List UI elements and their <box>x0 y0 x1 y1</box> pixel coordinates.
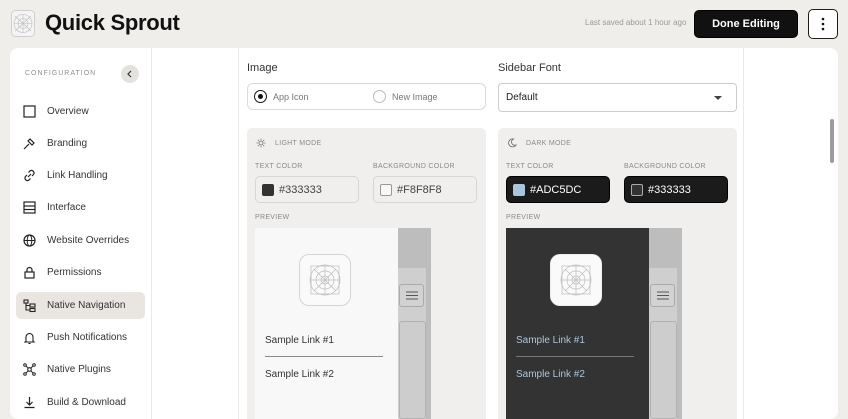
dark-text-color-input[interactable]: #ADC5DC <box>506 176 610 203</box>
sidebar-item-label: Build & Download <box>47 397 126 408</box>
lock-icon <box>24 266 35 279</box>
color-swatch <box>262 183 274 196</box>
moon-icon <box>508 138 517 148</box>
download-icon <box>24 397 35 409</box>
collapse-sidebar-button[interactable] <box>121 65 139 83</box>
dark-bg-color-input[interactable]: #333333 <box>624 176 728 203</box>
dark-sample-link-2: Sample Link #2 <box>516 369 585 380</box>
light-sample-link-1: Sample Link #1 <box>265 335 334 346</box>
light-bg-color-input[interactable]: #F8F8F8 <box>373 176 477 203</box>
sidebar-item-label: Native Navigation <box>47 300 126 311</box>
kebab-menu-icon <box>821 17 825 31</box>
light-bg-color-value: #F8F8F8 <box>397 183 442 196</box>
preview-page-content <box>399 321 426 419</box>
dark-bg-color-label: BACKGROUND COLOR <box>624 163 706 170</box>
light-preview-drawer: Sample Link #1 Sample Link #2 <box>255 228 398 419</box>
sidebar-item-label: Website Overrides <box>47 235 130 246</box>
sun-icon <box>256 138 266 148</box>
dark-bg-color-value: #333333 <box>648 183 691 196</box>
dark-preview-label: PREVIEW <box>506 214 541 221</box>
light-text-color-label: TEXT COLOR <box>255 163 303 170</box>
radio-selected-indicator <box>254 90 267 103</box>
sidebar-item-label: Link Handling <box>47 170 108 181</box>
dark-mode-title: DARK MODE <box>526 139 572 147</box>
settings-content: Image App Icon New Image Sidebar Font De… <box>238 48 744 419</box>
dark-text-color-value: #ADC5DC <box>530 183 582 196</box>
image-section-label: Image <box>247 62 278 74</box>
layout-icon <box>23 201 36 214</box>
sidebar-font-value: Default <box>506 92 538 103</box>
new-image-radio[interactable]: New Image <box>373 90 438 103</box>
bell-icon <box>23 332 36 345</box>
sidebar-item-label: Branding <box>47 138 88 149</box>
app-logo <box>11 10 35 37</box>
light-text-color-input[interactable]: #333333 <box>255 176 359 203</box>
light-text-color-value: #333333 <box>279 183 322 196</box>
sidebar-item-permissions[interactable]: Permissions <box>16 259 145 286</box>
color-swatch <box>513 183 525 196</box>
square-icon <box>23 105 36 118</box>
sidebar-item-overview[interactable]: Overview <box>16 98 145 125</box>
radio-unselected-indicator <box>373 90 386 103</box>
sidebar: CONFIGURATION Overview Branding Link Han… <box>10 48 152 419</box>
navigation-icon <box>23 299 36 313</box>
top-bar: Quick Sprout Last saved about 1 hour ago… <box>0 0 848 48</box>
dark-text-color-label: TEXT COLOR <box>506 163 554 170</box>
sidebar-item-branding[interactable]: Branding <box>16 130 145 157</box>
sidebar-item-native-navigation[interactable]: Native Navigation <box>16 292 145 319</box>
sidebar-item-website-overrides[interactable]: Website Overrides <box>16 227 145 254</box>
last-saved-status: Last saved about 1 hour ago <box>585 18 687 27</box>
vertical-scrollbar[interactable] <box>830 119 834 163</box>
sidebar-item-link-handling[interactable]: Link Handling <box>16 162 145 189</box>
link-divider <box>265 356 383 357</box>
color-swatch <box>631 183 643 196</box>
light-mode-header: LIGHT MODE <box>256 138 321 148</box>
sidebar-item-native-plugins[interactable]: Native Plugins <box>16 356 145 383</box>
done-editing-button[interactable]: Done Editing <box>694 10 798 38</box>
app-icon-radio[interactable]: App Icon <box>254 90 309 103</box>
preview-page-content <box>650 321 677 419</box>
app-icon-preview <box>550 254 602 306</box>
sidebar-item-build-download[interactable]: Build & Download <box>16 389 145 416</box>
app-title: Quick Sprout <box>45 10 180 35</box>
caret-down-icon <box>714 96 722 100</box>
chevron-left-icon <box>127 70 132 78</box>
sidebar-item-label: Native Plugins <box>47 364 111 375</box>
globe-icon <box>23 234 36 247</box>
image-source-radio-group: App Icon New Image <box>247 83 486 110</box>
light-mode-title: LIGHT MODE <box>275 139 322 147</box>
link-divider <box>516 356 634 357</box>
sidebar-item-label: Interface <box>47 202 86 213</box>
color-swatch <box>380 183 392 196</box>
dark-preview-drawer: Sample Link #1 Sample Link #2 <box>506 228 649 419</box>
main-panel: CONFIGURATION Overview Branding Link Han… <box>10 48 838 419</box>
sidebar-item-label: Push Notifications <box>47 332 128 343</box>
plugins-icon <box>23 363 36 376</box>
sidebar-item-interface[interactable]: Interface <box>16 194 145 221</box>
sidebar-item-label: Permissions <box>47 267 102 278</box>
hamburger-menu-icon <box>399 284 424 307</box>
light-sample-link-2: Sample Link #2 <box>265 369 334 380</box>
app-icon-radio-label: App Icon <box>273 91 309 102</box>
dark-mode-header: DARK MODE <box>507 138 571 148</box>
sidebar-font-select[interactable]: Default <box>498 83 737 112</box>
light-preview-label: PREVIEW <box>255 214 290 221</box>
sidebar-item-label: Overview <box>47 106 89 117</box>
sidebar-section-label: CONFIGURATION <box>25 70 97 77</box>
sidebar-font-label: Sidebar Font <box>498 62 561 74</box>
light-mode-card: LIGHT MODE TEXT COLOR BACKGROUND COLOR #… <box>247 128 486 419</box>
new-image-radio-label: New Image <box>392 91 438 102</box>
dark-sample-link-1: Sample Link #1 <box>516 335 585 346</box>
link-icon <box>24 169 35 182</box>
hamburger-menu-icon <box>650 284 675 307</box>
sidebar-item-push-notifications[interactable]: Push Notifications <box>16 324 145 351</box>
app-icon-preview <box>299 254 351 306</box>
brush-icon <box>23 138 35 150</box>
dark-mode-card: DARK MODE TEXT COLOR BACKGROUND COLOR #A… <box>498 128 737 419</box>
more-options-button[interactable] <box>808 9 838 39</box>
light-bg-color-label: BACKGROUND COLOR <box>373 163 455 170</box>
